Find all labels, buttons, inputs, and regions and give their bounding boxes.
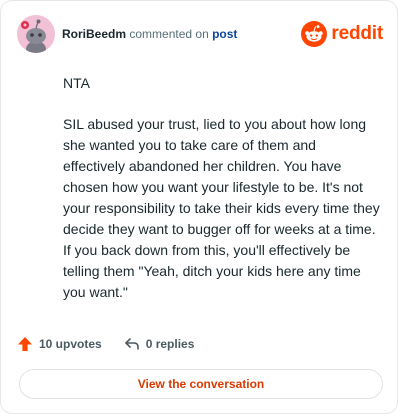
brand-wordmark: reddit bbox=[331, 23, 383, 44]
replies-stat[interactable]: 0 replies bbox=[124, 336, 195, 352]
comment-card: RoriBeedm commented on post reddit NTA S… bbox=[0, 0, 398, 414]
comment-body: NTA SIL abused your trust, lied to you a… bbox=[63, 73, 381, 323]
comment-paragraph: NTA bbox=[63, 75, 90, 91]
reddit-logo-icon bbox=[301, 21, 328, 47]
view-conversation-button[interactable]: View the conversation bbox=[19, 369, 383, 399]
reddit-brand[interactable]: reddit bbox=[301, 21, 383, 47]
upvote-arrow-icon bbox=[18, 337, 32, 351]
comment-byline: RoriBeedm commented on post bbox=[62, 27, 237, 41]
comment-header: RoriBeedm commented on post reddit bbox=[17, 15, 383, 55]
comment-footer: 10 upvotes 0 replies bbox=[17, 334, 216, 354]
comment-paragraph: SIL abused your trust, lied to you about… bbox=[63, 116, 380, 300]
post-link[interactable]: post bbox=[212, 27, 237, 41]
avatar[interactable] bbox=[17, 15, 55, 53]
snoo-avatar-icon bbox=[17, 15, 55, 53]
upvotes-count: 10 upvotes bbox=[39, 337, 102, 351]
upvotes-stat[interactable]: 10 upvotes bbox=[17, 336, 102, 352]
reply-arrow-icon bbox=[124, 338, 139, 350]
replies-count: 0 replies bbox=[145, 337, 195, 351]
byline-action-text: commented on bbox=[129, 27, 209, 41]
username-link[interactable]: RoriBeedm bbox=[62, 27, 126, 41]
